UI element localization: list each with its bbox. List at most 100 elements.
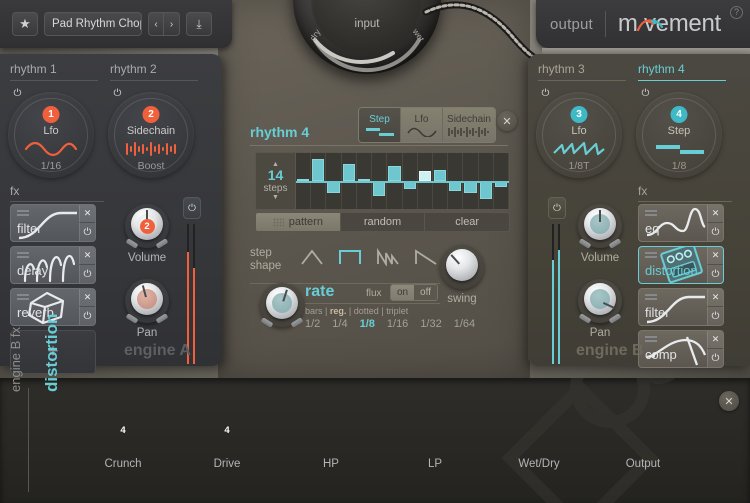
- flux-off-button[interactable]: off: [414, 285, 437, 300]
- fx-remove-button[interactable]: ✕: [707, 205, 723, 223]
- subdiv-reg[interactable]: reg.: [330, 306, 347, 316]
- step-bar[interactable]: [388, 166, 401, 181]
- rhythm-4-dial[interactable]: 4 Step 1/8: [636, 92, 722, 178]
- rhythm-3-dial[interactable]: 3 Lfo 1/8T: [536, 92, 622, 178]
- fx-power-button[interactable]: ⏻: [707, 223, 723, 241]
- fx-item-filter[interactable]: filter ✕ ⏻: [10, 204, 96, 242]
- editor-rule: [250, 145, 508, 146]
- flux-toggle[interactable]: on off: [390, 284, 438, 301]
- square-shape-icon[interactable]: [338, 248, 362, 266]
- fx-power-button[interactable]: ⏻: [707, 307, 723, 325]
- prev-preset-button[interactable]: ‹: [148, 12, 164, 36]
- favorite-star-icon[interactable]: ★: [12, 12, 38, 36]
- step-bar[interactable]: [464, 181, 477, 194]
- help-icon[interactable]: ?: [730, 6, 743, 19]
- random-button[interactable]: random: [340, 213, 426, 231]
- engine-b-pan-knob[interactable]: Pan: [578, 279, 622, 339]
- rhythm-3-title[interactable]: rhythm 3: [538, 62, 626, 81]
- fx-power-button[interactable]: ⏻: [79, 307, 95, 325]
- plugin-window: input dry wet ★ Pad Rhythm Chopper ‹ › ⤓…: [0, 0, 750, 503]
- engine-a-label: engine A: [124, 342, 191, 359]
- fx-item-delay[interactable]: delay ✕ ⏻: [10, 246, 96, 284]
- editor-close-button[interactable]: ✕: [497, 111, 517, 131]
- fx-item-comp[interactable]: comp ✕ ⏻: [638, 330, 724, 368]
- fx-remove-button[interactable]: ✕: [707, 289, 723, 307]
- steps-decrement-icon[interactable]: ▼: [272, 194, 279, 201]
- tab-lfo[interactable]: Lfo: [401, 108, 443, 142]
- fx-power-button[interactable]: ⏻: [79, 265, 95, 283]
- step-bar[interactable]: [312, 159, 325, 181]
- knob-inner: [272, 293, 292, 313]
- output-knob[interactable]: Output: [621, 410, 665, 470]
- swing-knob[interactable]: swing: [440, 245, 484, 305]
- stairs-shape-icon[interactable]: [376, 248, 400, 266]
- step-bar[interactable]: [327, 181, 340, 194]
- rate-value-1-2[interactable]: 1/2: [305, 318, 320, 330]
- flux-on-button[interactable]: on: [391, 285, 414, 300]
- fx-item-filter-b[interactable]: filter ✕ ⏻: [638, 288, 724, 326]
- triangle-shape-icon[interactable]: [300, 248, 324, 266]
- step-bar[interactable]: [479, 181, 492, 200]
- engine-a-power-button[interactable]: ⏻: [183, 197, 201, 219]
- fx-remove-button[interactable]: ✕: [707, 331, 723, 349]
- ramp-shape-icon[interactable]: [414, 248, 438, 266]
- steps-count-control[interactable]: ▲ 14 steps ▼: [256, 153, 296, 209]
- rate-value-1-4[interactable]: 1/4: [332, 318, 347, 330]
- step-bar[interactable]: [449, 181, 462, 192]
- fx-remove-button[interactable]: ✕: [79, 289, 95, 307]
- brand-curve-icon: [636, 19, 663, 32]
- engine-b-volume-knob[interactable]: Volume: [578, 204, 622, 264]
- rhythm-1-dial[interactable]: 1 Lfo 1/16: [8, 92, 94, 178]
- step-bar[interactable]: [418, 171, 431, 181]
- engine-a-volume-knob[interactable]: 2 Volume: [125, 204, 169, 264]
- rate-value-1-32[interactable]: 1/32: [420, 318, 441, 330]
- clear-button[interactable]: clear: [425, 213, 509, 231]
- subdiv-bars[interactable]: bars: [305, 306, 323, 316]
- rhythm-2-title[interactable]: rhythm 2: [110, 62, 198, 81]
- next-preset-button[interactable]: ›: [164, 12, 180, 36]
- fx-power-button[interactable]: ⏻: [707, 265, 723, 283]
- fx-item-eq[interactable]: eq ✕ ⏻: [638, 204, 724, 242]
- step-bar[interactable]: [373, 181, 386, 197]
- rhythm-1-power-icon[interactable]: ⏻: [10, 86, 25, 101]
- rhythm-3-power-icon[interactable]: ⏻: [538, 86, 553, 101]
- input-knob[interactable]: input dry wet: [293, 0, 441, 74]
- rate-value-1-16[interactable]: 1/16: [387, 318, 408, 330]
- rate-value-1-8[interactable]: 1/8: [360, 318, 375, 330]
- hp-knob[interactable]: HP: [309, 410, 353, 470]
- subdiv-triplet[interactable]: triplet: [386, 306, 408, 316]
- engine-b-power-button[interactable]: ⏻: [548, 197, 566, 219]
- step-bar[interactable]: [433, 170, 447, 181]
- fx-power-button[interactable]: ⏻: [79, 223, 95, 241]
- rhythm-1-title[interactable]: rhythm 1: [10, 62, 98, 81]
- rhythm-2-power-icon[interactable]: ⏻: [110, 86, 125, 101]
- rhythm-3-mode: Lfo: [571, 125, 587, 137]
- wet-dry-knob[interactable]: Wet/Dry: [517, 410, 561, 470]
- bottom-close-button[interactable]: ✕: [719, 391, 739, 411]
- step-grid[interactable]: [296, 153, 510, 209]
- rhythm-4-title[interactable]: rhythm 4: [638, 62, 726, 81]
- rhythm-2-dial[interactable]: 2 Sidechain Boost: [108, 92, 194, 178]
- rhythm-4-power-icon[interactable]: ⏻: [638, 86, 653, 101]
- preset-name-field[interactable]: Pad Rhythm Chopper: [44, 12, 142, 36]
- save-preset-icon[interactable]: ⤓: [186, 12, 212, 36]
- rate-knob[interactable]: [260, 283, 304, 328]
- step-shape-label: step shape: [250, 247, 281, 273]
- lp-knob[interactable]: LP: [413, 410, 457, 470]
- drive-knob[interactable]: 4 Drive: [205, 410, 249, 470]
- fx-power-button[interactable]: ⏻: [707, 349, 723, 367]
- rate-value-1-64[interactable]: 1/64: [454, 318, 475, 330]
- step-bar[interactable]: [342, 163, 355, 181]
- step-sequencer[interactable]: ▲ 14 steps ▼: [255, 152, 510, 210]
- tab-step[interactable]: Step: [359, 108, 401, 142]
- fx-remove-button[interactable]: ✕: [79, 205, 95, 223]
- fx-remove-button[interactable]: ✕: [79, 247, 95, 265]
- pattern-button[interactable]: pattern: [256, 213, 341, 231]
- subdiv-dotted[interactable]: dotted: [354, 306, 379, 316]
- fx-item-distortion[interactable]: distortion ✕ ⏻: [638, 246, 724, 284]
- tab-sidechain[interactable]: Sidechain: [443, 108, 495, 142]
- fx-remove-button[interactable]: ✕: [707, 247, 723, 265]
- rhythm-4-mode: Step: [667, 125, 691, 137]
- engine-a-pan-knob[interactable]: Pan: [125, 279, 169, 339]
- crunch-knob[interactable]: 4 Crunch: [101, 410, 145, 470]
